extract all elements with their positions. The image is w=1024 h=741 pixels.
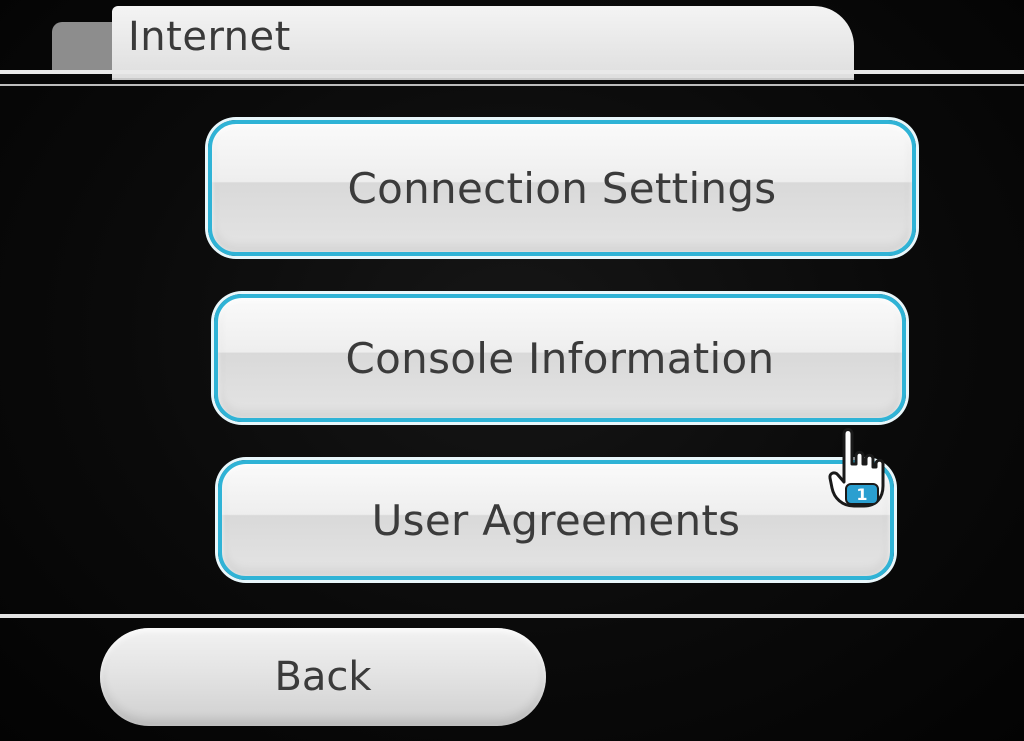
back-button[interactable]: Back — [100, 628, 546, 726]
hand-pointer-icon: 1 — [828, 428, 885, 508]
back-button-label: Back — [274, 654, 372, 700]
cursor-player-number: 1 — [856, 485, 867, 504]
user-agreements-button[interactable]: User Agreements — [218, 460, 894, 580]
header-divider — [0, 70, 1024, 74]
connection-settings-label: Connection Settings — [347, 163, 777, 213]
page-title: Internet — [128, 14, 291, 60]
console-information-label: Console Information — [345, 333, 775, 383]
footer-divider — [0, 614, 1024, 618]
internet-settings-screen: Internet Connection Settings Console Inf… — [0, 0, 1024, 741]
connection-settings-button[interactable]: Connection Settings — [208, 120, 916, 256]
user-agreements-label: User Agreements — [371, 495, 741, 545]
console-information-button[interactable]: Console Information — [214, 294, 906, 422]
header-divider-inner — [0, 84, 1024, 86]
